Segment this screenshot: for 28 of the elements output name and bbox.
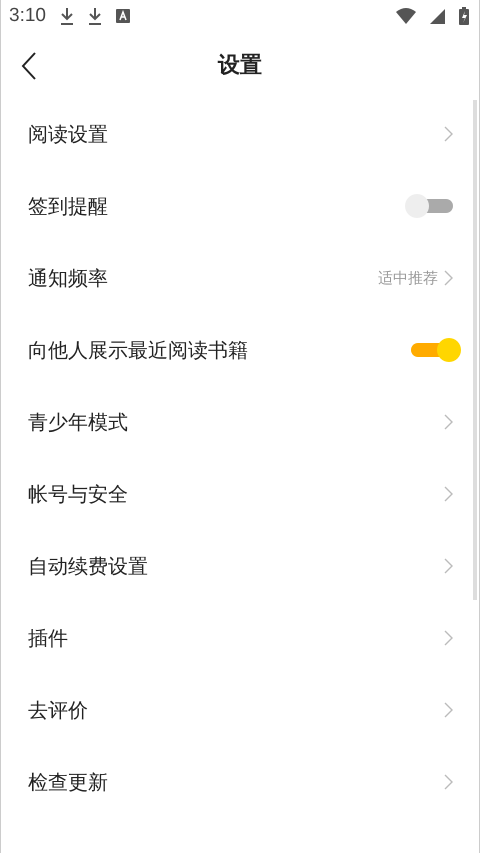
- signal-icon: [430, 8, 445, 24]
- settings-item[interactable]: 通知频率: [28, 264, 378, 292]
- back-icon[interactable]: [21, 52, 37, 80]
- wifi-icon: [396, 8, 416, 24]
- chevron-icon: [444, 126, 453, 142]
- battery-charging-icon: [459, 7, 469, 25]
- settings-item[interactable]: 帐号与安全: [28, 480, 444, 508]
- download-icon: [60, 7, 74, 25]
- item-value: 适中推荐: [378, 268, 438, 288]
- settings-item: 签到提醒: [28, 192, 109, 220]
- app-notification-icon: [116, 9, 130, 23]
- settings-item[interactable]: 阅读设置: [28, 120, 444, 148]
- chevron-icon: [444, 630, 453, 646]
- page-title: 设置: [218, 52, 262, 80]
- settings-item[interactable]: 青少年模式: [28, 408, 444, 436]
- status-time: 3:10: [9, 5, 46, 27]
- chevron-icon: [444, 558, 453, 574]
- chevron-icon: [444, 774, 453, 790]
- settings-item[interactable]: 插件: [28, 624, 444, 652]
- settings-item[interactable]: 自动续费设置: [28, 552, 444, 580]
- chevron-icon: [444, 414, 453, 430]
- chevron-icon: [444, 702, 453, 718]
- settings-item[interactable]: 去评价: [28, 696, 444, 724]
- settings-item[interactable]: 检查更新: [28, 768, 444, 796]
- chevron-icon: [444, 486, 453, 502]
- settings-item: 向他人展示最近阅读书籍: [28, 336, 249, 364]
- chevron-icon: [444, 270, 453, 286]
- download-icon: [88, 7, 102, 25]
